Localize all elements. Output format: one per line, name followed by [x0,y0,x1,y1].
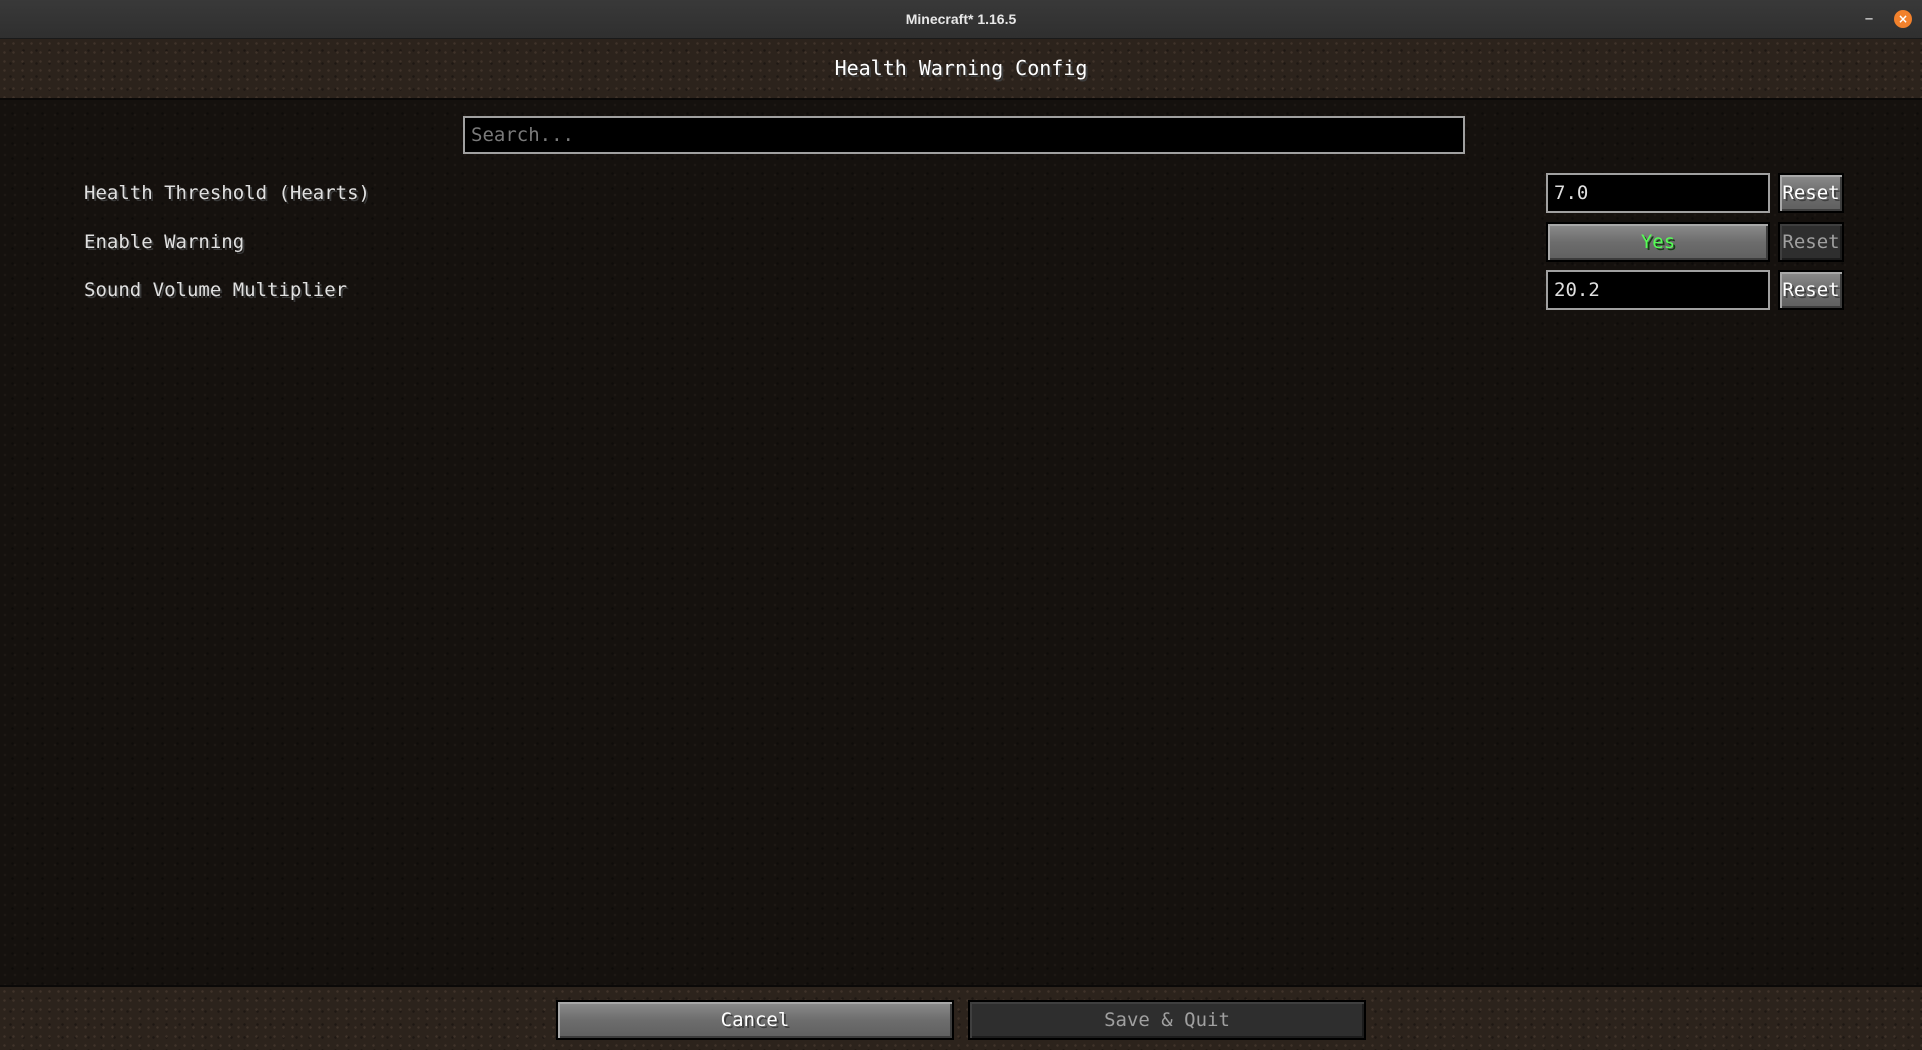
health-threshold-input[interactable] [1548,175,1768,211]
search-input[interactable] [465,118,1463,152]
footer-bar: Cancel Save & Quit [0,985,1922,1050]
sound-volume-field[interactable] [1546,270,1770,310]
option-label-enable-warning: Enable Warning [84,231,245,253]
save-and-quit-button[interactable]: Save & Quit [968,1000,1366,1040]
page-title: Health Warning Config [834,56,1088,80]
header-bar: Health Warning Config [0,39,1922,100]
title-bar[interactable]: Minecraft* 1.16.5 – × [0,0,1922,39]
sound-volume-input[interactable] [1548,272,1768,308]
window-title: Minecraft* 1.16.5 [905,11,1017,27]
option-label-health-threshold: Health Threshold (Hearts) [84,182,370,204]
search-field[interactable] [463,116,1465,154]
enable-warning-toggle[interactable]: Yes [1546,222,1770,262]
reset-health-threshold-button[interactable]: Reset [1778,173,1844,213]
minimize-icon[interactable]: – [1858,8,1880,30]
reset-enable-warning-button[interactable]: Reset [1778,222,1844,262]
option-label-sound-volume: Sound Volume Multiplier [84,279,348,301]
health-threshold-field[interactable] [1546,173,1770,213]
minecraft-window: Minecraft* 1.16.5 – × Health Warning Con… [0,0,1922,1050]
reset-sound-volume-button[interactable]: Reset [1778,270,1844,310]
close-icon[interactable]: × [1894,10,1912,28]
cancel-button[interactable]: Cancel [556,1000,954,1040]
